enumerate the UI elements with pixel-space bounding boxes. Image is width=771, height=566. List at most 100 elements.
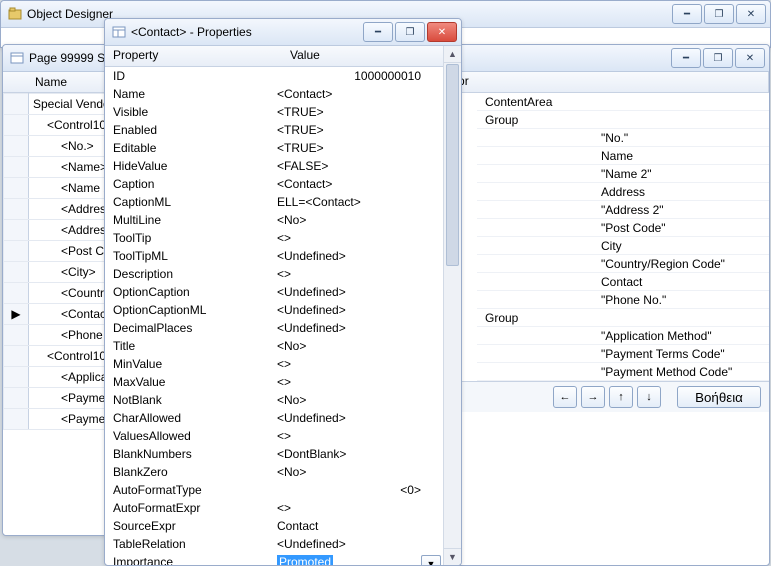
grid-cell-sourceexpr[interactable]: "Post Code": [593, 219, 769, 237]
grid-cell-subtype[interactable]: [477, 165, 593, 183]
prop-name: CharAllowed: [105, 411, 273, 425]
prop-name: DecimalPlaces: [105, 321, 273, 335]
prop-name: MaxValue: [105, 375, 273, 389]
grid-cell-subtype[interactable]: Group: [477, 111, 593, 129]
prop-value[interactable]: <Undefined>: [273, 411, 443, 425]
right-min-button[interactable]: ━: [671, 48, 701, 68]
prop-value[interactable]: <Undefined>: [273, 303, 443, 317]
prop-value[interactable]: <Contact>: [273, 177, 443, 191]
props-restore-button[interactable]: ❐: [395, 22, 425, 42]
app-icon: [7, 6, 23, 22]
prop-value[interactable]: <Contact>: [273, 87, 443, 101]
grid-cell-subtype[interactable]: [477, 201, 593, 219]
grid-cell-sourceexpr[interactable]: [593, 111, 769, 129]
grid-cell-sourceexpr[interactable]: "No.": [593, 129, 769, 147]
grid-cell-subtype[interactable]: [477, 237, 593, 255]
prop-name: AutoFormatType: [105, 483, 273, 497]
grid-cell-subtype[interactable]: ContentArea: [477, 93, 593, 111]
grid-cell-subtype[interactable]: [477, 345, 593, 363]
prop-value[interactable]: Contact: [273, 519, 443, 533]
props-scrollbar[interactable]: ▲ ▼: [443, 46, 461, 565]
prop-value[interactable]: <Undefined>: [273, 321, 443, 335]
grid-cell-sourceexpr[interactable]: Contact: [593, 273, 769, 291]
prop-value[interactable]: <No>: [273, 339, 443, 353]
scroll-up-icon[interactable]: ▲: [444, 46, 461, 63]
scroll-down-icon[interactable]: ▼: [444, 548, 461, 565]
grid-cell-sourceexpr[interactable]: "Phone No.": [593, 291, 769, 309]
right-restore-button[interactable]: ❐: [703, 48, 733, 68]
grid-cell-subtype[interactable]: [477, 363, 593, 381]
tree-row-marker: [4, 241, 29, 262]
nav-left-button[interactable]: ←: [553, 386, 577, 408]
prop-value[interactable]: <TRUE>: [273, 141, 443, 155]
prop-value[interactable]: Promoted▼: [273, 555, 443, 565]
prop-value[interactable]: ELL=<Contact>: [273, 195, 443, 209]
grid-cell-sourceexpr[interactable]: "Payment Terms Code": [593, 345, 769, 363]
prop-value[interactable]: <No>: [273, 393, 443, 407]
prop-name: AutoFormatExpr: [105, 501, 273, 515]
grid-cell-sourceexpr[interactable]: "Application Method": [593, 327, 769, 345]
grid-cell-subtype[interactable]: [477, 129, 593, 147]
prop-name: ValuesAllowed: [105, 429, 273, 443]
prop-value[interactable]: <Undefined>: [273, 249, 443, 263]
tree-row-marker: [4, 178, 29, 199]
prop-value[interactable]: <FALSE>: [273, 159, 443, 173]
prop-value[interactable]: <TRUE>: [273, 105, 443, 119]
prop-name: Name: [105, 87, 273, 101]
grid-cell-subtype[interactable]: [477, 255, 593, 273]
grid-cell-sourceexpr[interactable]: City: [593, 237, 769, 255]
prop-name: OptionCaption: [105, 285, 273, 299]
bg-min-button[interactable]: ━: [672, 4, 702, 24]
prop-value[interactable]: <No>: [273, 465, 443, 479]
prop-name: Visible: [105, 105, 273, 119]
prop-value[interactable]: <DontBlank>: [273, 447, 443, 461]
prop-value[interactable]: <>: [273, 501, 443, 515]
prop-value[interactable]: <Undefined>: [273, 285, 443, 299]
grid-cell-sourceexpr[interactable]: Name: [593, 147, 769, 165]
right-grid: ContentAreaGroup"No."Name"Name 2"Address…: [477, 93, 769, 381]
grid-cell-sourceexpr[interactable]: Address: [593, 183, 769, 201]
prop-value[interactable]: <0>: [273, 483, 443, 497]
props-close-button[interactable]: ✕: [427, 22, 457, 42]
prop-value[interactable]: <>: [273, 375, 443, 389]
grid-cell-subtype[interactable]: [477, 273, 593, 291]
grid-cell-subtype[interactable]: [477, 291, 593, 309]
grid-cell-subtype[interactable]: [477, 183, 593, 201]
grid-cell-sourceexpr[interactable]: [593, 93, 769, 111]
props-rows: ID1000000010Name<Contact>Visible<TRUE>En…: [105, 67, 443, 565]
grid-cell-subtype[interactable]: Group: [477, 309, 593, 327]
grid-cell-sourceexpr[interactable]: "Address 2": [593, 201, 769, 219]
grid-cell-sourceexpr[interactable]: "Name 2": [593, 165, 769, 183]
dropdown-button[interactable]: ▼: [421, 555, 441, 565]
prop-value[interactable]: <>: [273, 429, 443, 443]
bg-restore-button[interactable]: ❐: [704, 4, 734, 24]
props-min-button[interactable]: ━: [363, 22, 393, 42]
prop-value[interactable]: <Undefined>: [273, 537, 443, 551]
prop-value[interactable]: <>: [273, 267, 443, 281]
prop-value[interactable]: <TRUE>: [273, 123, 443, 137]
grid-cell-subtype[interactable]: [477, 219, 593, 237]
scroll-thumb[interactable]: [446, 64, 459, 266]
help-button[interactable]: Βοήθεια: [677, 386, 761, 408]
prop-value[interactable]: 1000000010: [273, 69, 443, 83]
grid-cell-subtype[interactable]: [477, 147, 593, 165]
prop-value[interactable]: <>: [273, 357, 443, 371]
prop-value[interactable]: <>: [273, 231, 443, 245]
grid-cell-sourceexpr[interactable]: "Payment Method Code": [593, 363, 769, 381]
right-close-button[interactable]: ✕: [735, 48, 765, 68]
prop-name: HideValue: [105, 159, 273, 173]
tree-row-marker: [4, 262, 29, 283]
tree-row-marker: [4, 325, 29, 346]
bg-close-button[interactable]: ✕: [736, 4, 766, 24]
prop-name: Caption: [105, 177, 273, 191]
props-col-value[interactable]: Value: [282, 46, 443, 66]
grid-cell-sourceexpr[interactable]: "Country/Region Code": [593, 255, 769, 273]
nav-right-button[interactable]: →: [581, 386, 605, 408]
prop-value[interactable]: <No>: [273, 213, 443, 227]
nav-down-button[interactable]: ↓: [637, 386, 661, 408]
nav-up-button[interactable]: ↑: [609, 386, 633, 408]
grid-cell-sourceexpr[interactable]: [593, 309, 769, 327]
props-col-property[interactable]: Property: [105, 46, 282, 66]
grid-cell-subtype[interactable]: [477, 327, 593, 345]
prop-name: Enabled: [105, 123, 273, 137]
